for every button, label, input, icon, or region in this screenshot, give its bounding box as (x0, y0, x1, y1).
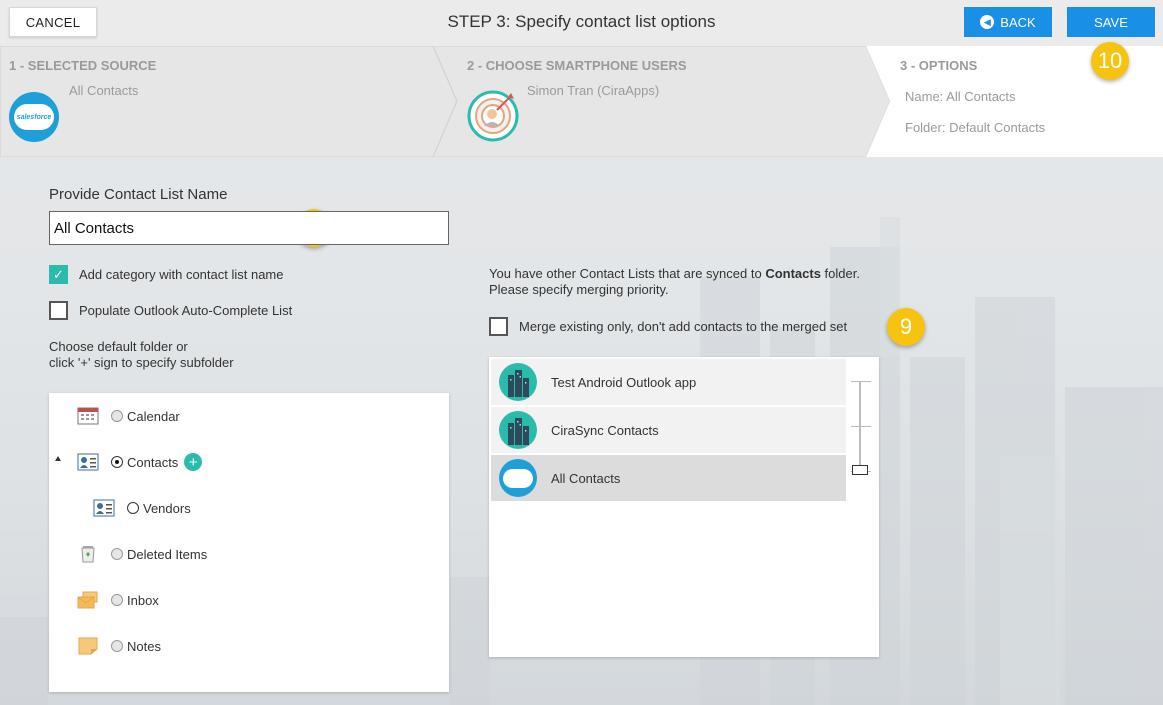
folder-item-notes[interactable]: Notes (77, 637, 161, 655)
folder-item-vendors[interactable]: Vendors (93, 499, 191, 517)
slider-tick (851, 426, 861, 427)
step-3-title: 3 - OPTIONS (900, 58, 978, 73)
merge-info-suffix: folder. (820, 266, 860, 281)
calendar-radio[interactable] (111, 410, 123, 422)
trash-icon (81, 546, 95, 563)
folder-hint-line-1: Choose default folder or (49, 339, 188, 354)
calendar-icon (77, 407, 99, 425)
autocomplete-checkbox[interactable] (49, 301, 68, 320)
salesforce-logo-icon: salesforce (9, 92, 59, 142)
inbox-radio[interactable] (111, 594, 123, 606)
folder-item-contacts[interactable]: Contacts + (77, 453, 203, 471)
wizard-steps: 1 - SELECTED SOURCE salesforce All Conta… (0, 46, 1163, 157)
priority-item-label: CiraSync Contacts (551, 422, 659, 438)
merge-priority-panel: Test Android Outlook app CiraSync Contac… (489, 357, 879, 657)
folder-hint: Choose default folder or click '+' sign … (49, 339, 234, 371)
add-subfolder-button[interactable]: + (184, 453, 203, 471)
salesforce-logo-text: salesforce (16, 113, 52, 121)
city-icon (499, 411, 537, 449)
callout-badge-10: 10 (1091, 42, 1129, 80)
step-1-title: 1 - SELECTED SOURCE (9, 58, 157, 73)
folder-item-inbox[interactable]: Inbox (77, 591, 159, 609)
expand-triangle-icon[interactable] (55, 456, 61, 461)
merge-only-label: Merge existing only, don't add contacts … (519, 319, 848, 334)
step-3-name: Name: All Contacts (905, 89, 1016, 104)
folder-item-calendar[interactable]: Calendar (77, 407, 180, 425)
contacts-radio[interactable] (111, 456, 123, 468)
save-button[interactable]: SAVE (1067, 7, 1155, 37)
add-category-option[interactable]: ✓ Add category with contact list name (49, 265, 284, 284)
add-category-checkbox[interactable]: ✓ (49, 265, 68, 284)
vendors-radio[interactable] (127, 502, 139, 514)
top-bar: CANCEL STEP 3: Specify contact list opti… (0, 0, 1163, 46)
contacts-icon (77, 453, 99, 471)
folder-item-deleted-items[interactable]: Deleted Items (77, 545, 207, 563)
merge-info-text: You have other Contact Lists that are sy… (489, 266, 860, 298)
folder-label: Vendors (143, 500, 191, 516)
city-icon (499, 363, 537, 401)
slider-tick (851, 381, 861, 382)
priority-item[interactable]: Test Android Outlook app (491, 359, 846, 405)
notes-icon (78, 637, 98, 655)
contact-list-name-input[interactable] (49, 211, 449, 245)
folder-label: Calendar (127, 408, 180, 424)
back-button-label: BACK (1000, 14, 1036, 30)
folder-hint-line-2: click '+' sign to specify subfolder (49, 355, 234, 370)
folder-label: Inbox (127, 592, 159, 608)
salesforce-icon (499, 459, 537, 497)
autocomplete-option[interactable]: Populate Outlook Auto-Complete List (49, 301, 292, 320)
target-user-icon (467, 90, 519, 142)
merge-info-line-1: You have other Contact Lists that are sy… (489, 266, 860, 282)
contacts-icon (93, 499, 115, 517)
back-arrow-icon: ◀ (980, 15, 995, 29)
slider-tick (861, 381, 871, 382)
notes-radio[interactable] (111, 640, 123, 652)
step-1-source: All Contacts (69, 83, 139, 98)
priority-item-selected[interactable]: All Contacts (491, 455, 846, 501)
step-2-user: Simon Tran (CiraApps) (527, 83, 660, 98)
callout-badge-9: 9 (887, 308, 925, 346)
slider-tick (861, 426, 871, 427)
priority-item-label: Test Android Outlook app (551, 374, 697, 390)
add-category-label: Add category with contact list name (79, 267, 284, 282)
contact-list-name-label: Provide Contact List Name (49, 186, 228, 203)
priority-item-label: All Contacts (551, 470, 621, 486)
deleted-items-radio[interactable] (111, 548, 123, 560)
step-3-folder: Folder: Default Contacts (905, 120, 1046, 135)
merge-info-prefix: You have other Contact Lists that are sy… (489, 266, 766, 281)
merge-info-line-2: Please specify merging priority. (489, 282, 669, 297)
merge-info-folder: Contacts (765, 266, 821, 281)
folder-label: Deleted Items (127, 546, 208, 562)
merge-only-checkbox[interactable] (489, 317, 508, 336)
priority-item[interactable]: CiraSync Contacts (491, 407, 846, 453)
autocomplete-label: Populate Outlook Auto-Complete List (79, 303, 293, 318)
folder-label: Contacts (127, 454, 179, 470)
back-button[interactable]: ◀ BACK (964, 7, 1052, 37)
folder-label: Notes (127, 638, 161, 654)
inbox-icon (77, 591, 98, 609)
merge-only-option[interactable]: Merge existing only, don't add contacts … (489, 317, 847, 336)
step-2-title: 2 - CHOOSE SMARTPHONE USERS (467, 58, 687, 73)
priority-slider-handle[interactable] (852, 465, 868, 475)
